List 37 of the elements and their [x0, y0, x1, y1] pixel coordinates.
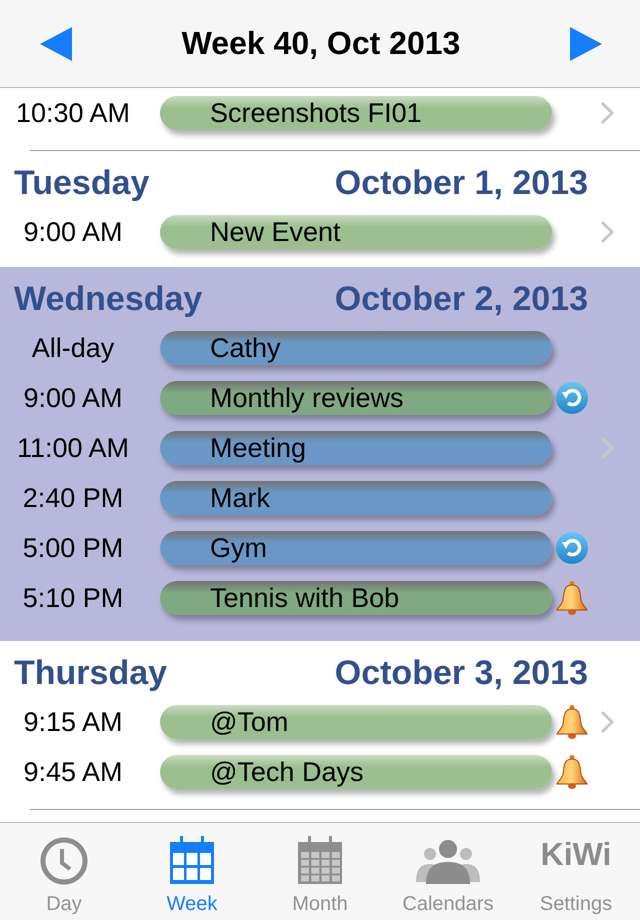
event-time: 9:00 AM — [23, 216, 124, 248]
event-time: 5:00 PM — [22, 532, 124, 564]
event-time: 11:00 AM — [16, 432, 130, 464]
event-time: 9:15 AM — [23, 706, 124, 738]
right-triangle-icon — [570, 26, 602, 60]
event-time: 2:40 PM — [22, 482, 124, 514]
calendar-icon — [297, 836, 343, 886]
event-bar[interactable]: @Tech Days — [160, 755, 552, 789]
event-bar[interactable]: New Event — [160, 215, 552, 249]
calendar-icon — [169, 836, 215, 886]
event-bar[interactable]: Cathy — [160, 331, 552, 365]
event-time: 9:00 AM — [23, 382, 124, 414]
day-date: October 1, 2013 — [334, 164, 588, 202]
previous-week-button[interactable] — [38, 26, 74, 62]
event-bar[interactable]: @Tom — [160, 705, 552, 739]
event-time: 10:30 AM — [16, 98, 132, 128]
left-triangle-icon — [40, 26, 72, 60]
event-bar[interactable]: Screenshots FI01 — [160, 96, 552, 130]
day-date: October 2, 2013 — [334, 280, 588, 318]
day-date: October 3, 2013 — [334, 654, 588, 692]
event-bar[interactable]: Tennis with Bob — [160, 581, 552, 615]
people-icon — [416, 838, 480, 884]
tab-bar-item[interactable]: Week — [128, 823, 256, 920]
day-name: Tuesday — [14, 164, 150, 202]
week-title: Week 40, Oct 2013 — [182, 25, 460, 62]
event-time: All-day — [32, 332, 116, 364]
kiwi-logo: KiWi — [540, 836, 612, 872]
event-bar[interactable]: Mark — [160, 481, 552, 515]
day-name: Wednesday — [14, 280, 202, 318]
next-week-button[interactable] — [568, 26, 604, 62]
day-name: Thursday — [14, 654, 168, 692]
clock-icon — [39, 836, 89, 886]
event-bar[interactable]: Meeting — [160, 431, 552, 465]
event-time: 9:45 AM — [23, 756, 124, 788]
event-bar[interactable]: Gym — [160, 531, 552, 565]
event-time: 5:10 PM — [22, 582, 124, 614]
event-bar[interactable]: Monthly reviews — [160, 381, 552, 415]
